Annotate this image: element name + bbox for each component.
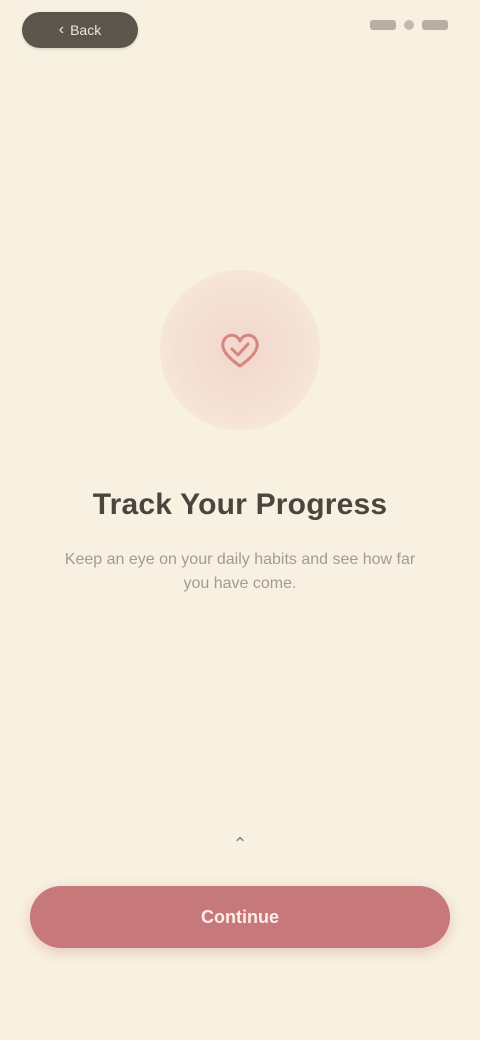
- page-title: Track Your Progress: [92, 488, 388, 521]
- heart-check-icon: [221, 333, 259, 368]
- back-button-label: Back: [70, 22, 102, 38]
- status-icons: [370, 20, 448, 30]
- onboarding-screen: ‹ Back Track Your Progress Keep an eye o…: [0, 0, 480, 1040]
- signal-icon: [370, 20, 396, 30]
- page-subtitle: Keep an eye on your daily habits and see…: [64, 551, 416, 592]
- chevron-left-icon: ‹: [58, 21, 65, 38]
- battery-icon: [422, 20, 448, 30]
- continue-button[interactable]: Continue: [30, 886, 450, 948]
- hero-illustration: [160, 270, 320, 430]
- wifi-icon: [404, 20, 414, 30]
- back-button[interactable]: ‹ Back: [22, 12, 138, 48]
- chevron-up-icon: ⌃: [232, 834, 248, 854]
